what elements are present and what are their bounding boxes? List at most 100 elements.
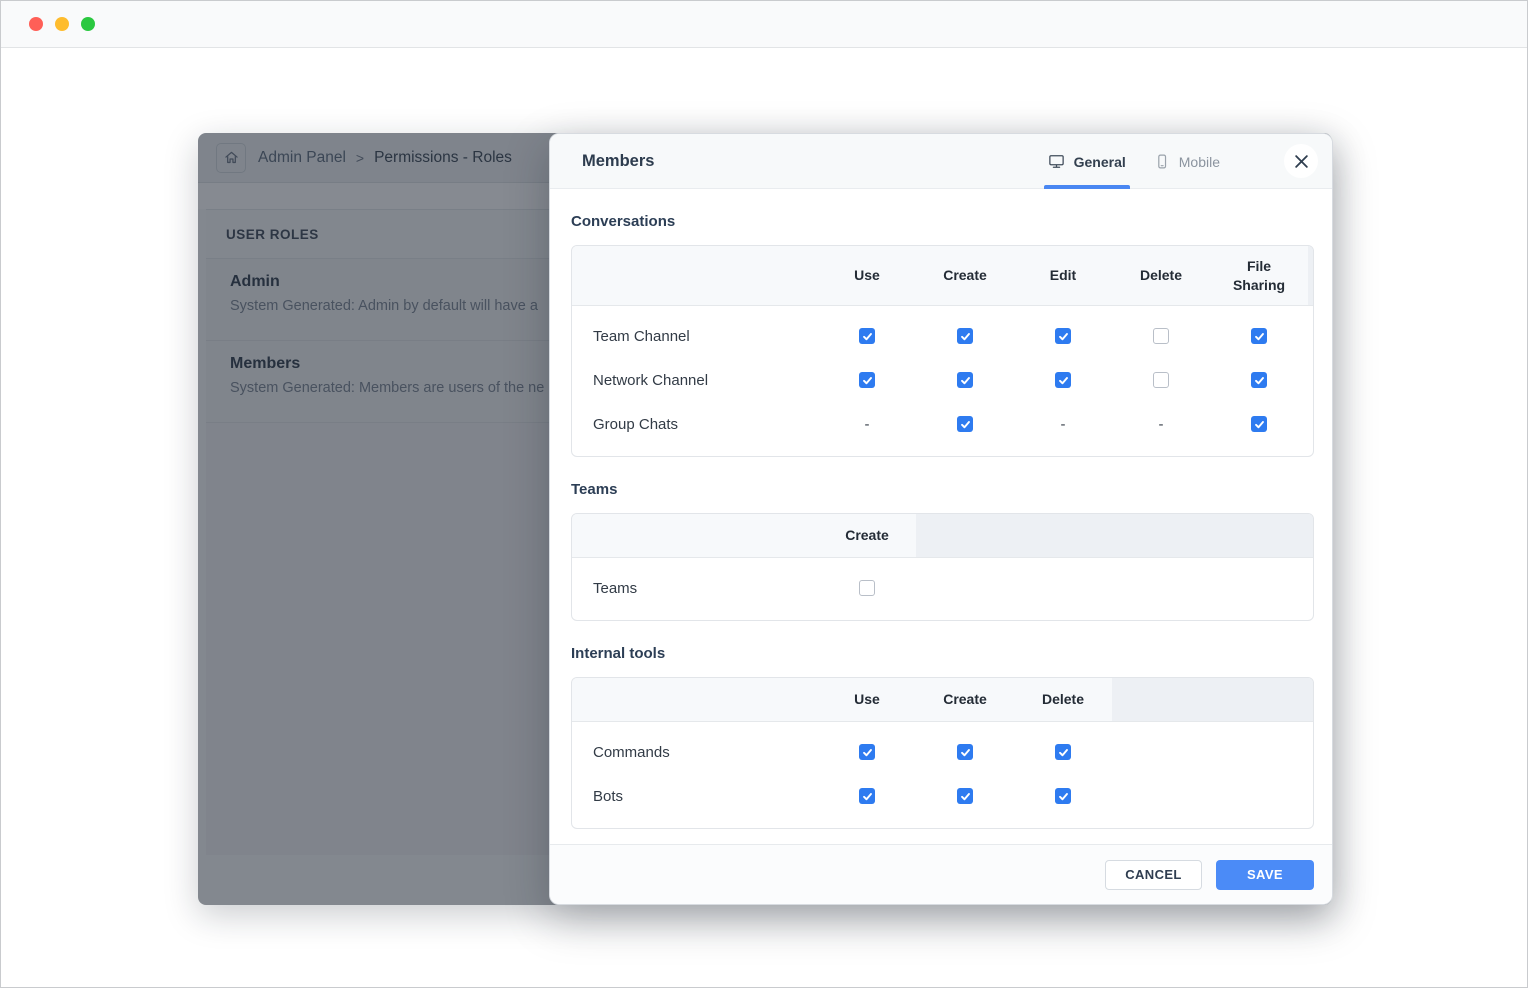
checkbox-unchecked[interactable] (1153, 372, 1169, 388)
window-close-button[interactable] (29, 17, 43, 31)
permission-cell (818, 580, 916, 596)
smartphone-icon (1154, 153, 1170, 170)
tab-general-label: General (1073, 153, 1126, 170)
checkbox-unchecked[interactable] (1153, 328, 1169, 344)
section-heading: Conversations (571, 213, 676, 230)
checkbox-checked[interactable] (859, 744, 875, 760)
checkbox-checked[interactable] (859, 372, 875, 388)
permission-cell (916, 744, 1014, 760)
section-heading: Internal tools (571, 645, 666, 662)
permission-cell (818, 744, 916, 760)
permission-cell (818, 788, 916, 804)
checkbox-checked[interactable] (1251, 372, 1267, 388)
not-applicable-dash: - (1060, 415, 1066, 433)
permissions-table: Use Create Edit Delete File Sharing Team Chan… (571, 245, 1314, 457)
column-header-label: Edit (1049, 267, 1077, 284)
modal-title: Members (582, 151, 655, 170)
modal-body: Conversations Use Create Edit Delete File Sha… (550, 189, 1332, 846)
permissions-table: Create Teams (571, 513, 1314, 621)
table-header-filler (1112, 678, 1313, 721)
checkbox-checked[interactable] (1055, 744, 1071, 760)
checkbox-checked[interactable] (957, 744, 973, 760)
window-minimize-button[interactable] (55, 17, 69, 31)
permission-cell (818, 372, 916, 388)
column-header-label: Create (845, 527, 889, 544)
column-header: File Sharing (1210, 246, 1308, 305)
permission-cell (1210, 372, 1308, 388)
table-row: Team Channel (572, 314, 1313, 358)
row-label: Group Chats (593, 415, 679, 433)
table-row: Teams (572, 566, 1313, 610)
column-header-label: Use (854, 691, 880, 708)
cancel-button[interactable]: CANCEL (1105, 859, 1202, 890)
close-button[interactable] (1284, 144, 1318, 178)
checkbox-checked[interactable] (957, 416, 973, 432)
checkbox-checked[interactable] (957, 788, 973, 804)
permissions-section: Internal tools Use Create Delete Commands Bot… (571, 645, 1314, 829)
checkbox-checked[interactable] (859, 788, 875, 804)
checkbox-checked[interactable] (1251, 416, 1267, 432)
tab-mobile[interactable]: Mobile (1154, 134, 1220, 189)
tab-mobile-label: Mobile (1178, 153, 1220, 170)
row-label: Network Channel (593, 371, 709, 389)
permission-cell (1112, 372, 1210, 388)
column-header-label: File Sharing (1232, 257, 1286, 293)
checkbox-checked[interactable] (1055, 788, 1071, 804)
permission-cell (1210, 328, 1308, 344)
table-body: Commands Bots (572, 722, 1313, 828)
checkbox-checked[interactable] (1055, 328, 1071, 344)
window-zoom-button[interactable] (81, 17, 95, 31)
column-header: Create (916, 678, 1014, 721)
permission-cell (1210, 416, 1308, 432)
modal-header: Members General Mobile (550, 134, 1332, 189)
tab-general[interactable]: General (1043, 134, 1130, 189)
table-header-filler (916, 514, 1313, 557)
table-row: Bots (572, 774, 1313, 818)
permission-cell (916, 416, 1014, 432)
modal-footer: CANCEL SAVE (550, 844, 1332, 904)
column-header-label: Create (943, 267, 987, 284)
column-header-label: Create (943, 691, 987, 708)
table-header-spacer (572, 678, 818, 721)
page: Admin Panel > Permissions - Roles USER R… (0, 0, 1528, 988)
column-header-label: Delete (1139, 267, 1183, 284)
checkbox-checked[interactable] (1251, 328, 1267, 344)
column-header: Create (818, 514, 916, 557)
monitor-icon (1048, 153, 1065, 170)
checkbox-checked[interactable] (1055, 372, 1071, 388)
row-label: Team Channel (593, 327, 690, 345)
column-header-label: Use (854, 267, 880, 284)
column-header: Use (818, 678, 916, 721)
row-label: Commands (593, 743, 670, 761)
column-header: Delete (1014, 678, 1112, 721)
permission-cell: - (1112, 416, 1210, 433)
checkbox-checked[interactable] (957, 328, 973, 344)
table-header-filler (1308, 246, 1313, 305)
permission-cell: - (818, 416, 916, 433)
table-body: Teams (572, 558, 1313, 620)
table-header-row: Use Create Edit Delete File Sharing (572, 246, 1313, 306)
permission-cell (1014, 788, 1112, 804)
column-header: Use (818, 246, 916, 305)
content-area: Admin Panel > Permissions - Roles USER R… (1, 48, 1527, 987)
permission-cell (916, 788, 1014, 804)
checkbox-checked[interactable] (957, 372, 973, 388)
not-applicable-dash: - (864, 415, 870, 433)
table-header-spacer (572, 514, 818, 557)
permission-cell (1014, 328, 1112, 344)
save-button[interactable]: SAVE (1216, 859, 1314, 890)
table-body: Team Channel Network Channel Group Chats - -… (572, 306, 1313, 456)
permissions-table: Use Create Delete Commands Bots (571, 677, 1314, 829)
checkbox-unchecked[interactable] (859, 580, 875, 596)
column-header: Delete (1112, 246, 1210, 305)
row-label: Bots (593, 787, 624, 805)
permission-cell (1112, 328, 1210, 344)
permission-cell (1014, 744, 1112, 760)
checkbox-checked[interactable] (859, 328, 875, 344)
permission-cell: - (1014, 416, 1112, 433)
table-row: Network Channel (572, 358, 1313, 402)
section-heading: Teams (571, 481, 618, 498)
column-header: Edit (1014, 246, 1112, 305)
tab-bar: General Mobile (1043, 134, 1220, 189)
close-icon (1294, 154, 1309, 169)
